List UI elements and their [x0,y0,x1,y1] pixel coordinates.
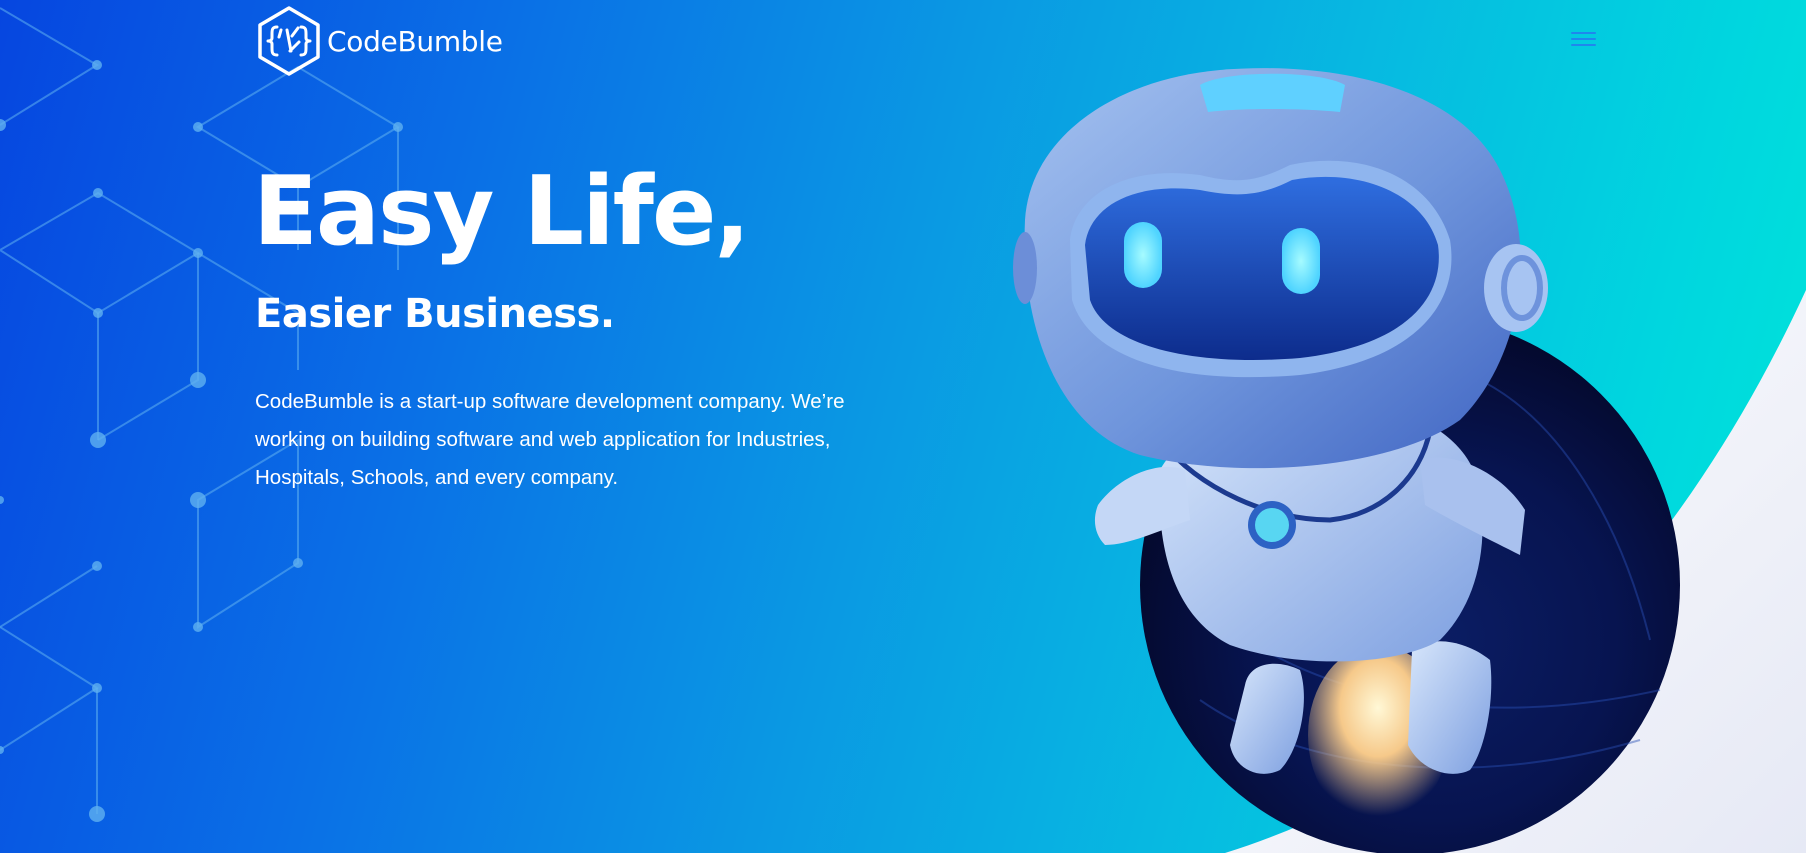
brand-name: CodeBumble [327,24,503,58]
brand-logo-link[interactable]: CodeBumble [257,6,503,76]
curly-braces-hexagon-logo-icon [258,6,320,76]
hamburger-menu-icon[interactable] [1569,27,1599,51]
hero-subheadline: Easier Business. [255,291,615,337]
navbar: CodeBumble [0,0,1806,82]
hero-description: CodeBumble is a start-up software develo… [255,390,845,489]
hero-section: CodeBumble Easy Life, Easier Business. C… [0,0,1806,853]
hero-headline: Easy Life, [253,157,750,267]
